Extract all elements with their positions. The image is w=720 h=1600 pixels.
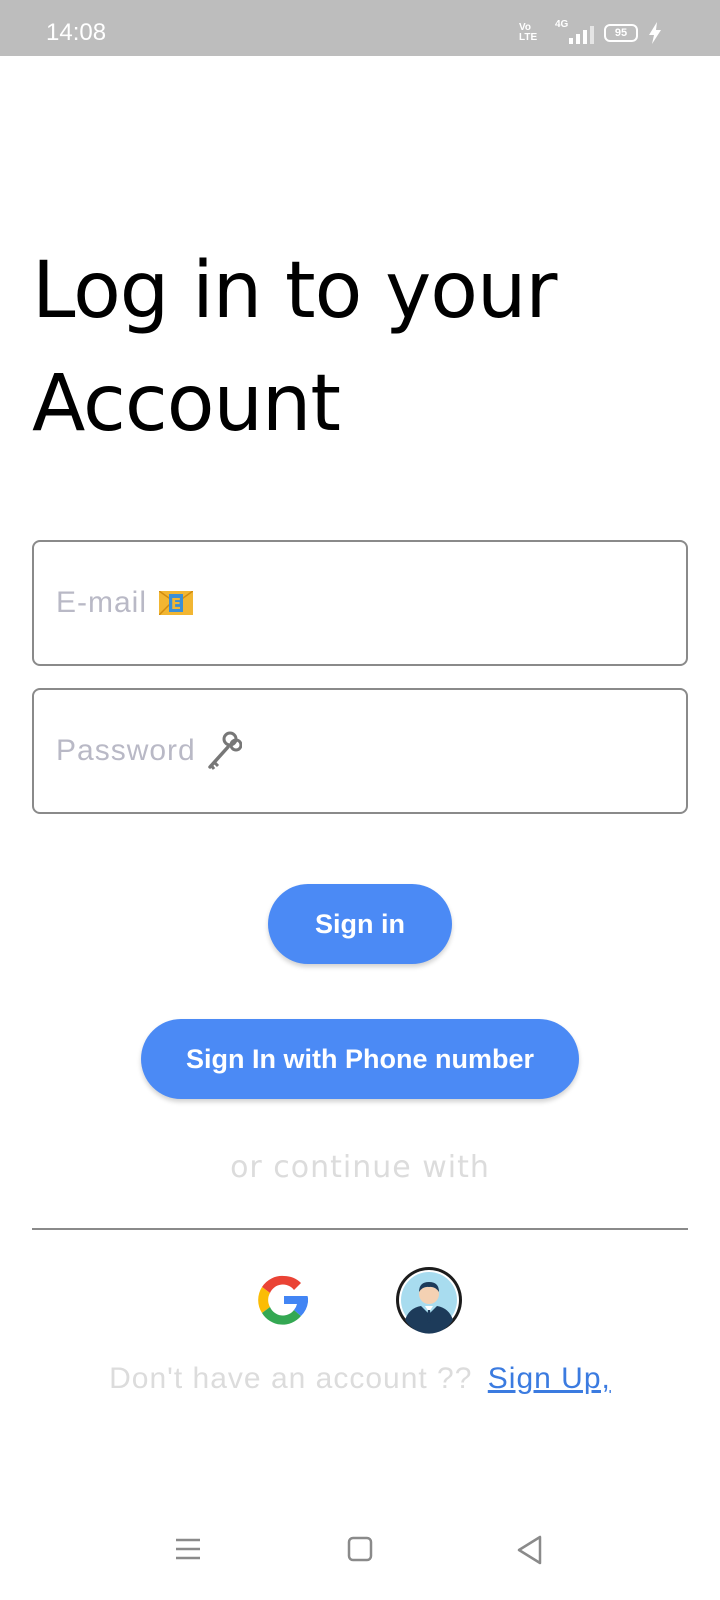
- google-icon[interactable]: [250, 1266, 318, 1334]
- svg-text:E: E: [171, 595, 181, 613]
- or-continue-label: or continue with: [230, 1150, 490, 1185]
- sign-up-link[interactable]: Sign Up,: [488, 1362, 611, 1395]
- system-nav-bar: [0, 1530, 720, 1580]
- old-key-icon: [207, 731, 242, 770]
- status-bar: 14:08 Vo LTE 4G 95: [0, 0, 720, 56]
- volte-icon: Vo LTE: [519, 22, 538, 43]
- signup-row: Don't have an account ?? Sign Up,: [0, 1362, 720, 1396]
- page-title: Log in to your Account: [32, 246, 558, 449]
- avatar-icon[interactable]: [395, 1266, 463, 1334]
- status-icons: Vo LTE 4G 95: [519, 19, 662, 44]
- status-time: 14:08: [46, 19, 107, 46]
- signup-prompt: Don't have an account ??: [109, 1362, 473, 1395]
- envelope-e-icon: E: [159, 591, 194, 615]
- charging-bolt-icon: [649, 22, 661, 44]
- back-triangle-icon[interactable]: [510, 1530, 550, 1570]
- email-placeholder: E-mail: [56, 586, 148, 619]
- password-placeholder: Password: [56, 734, 196, 767]
- divider: [32, 1228, 688, 1230]
- battery-level: 95: [614, 27, 628, 39]
- password-field[interactable]: Password: [32, 688, 688, 814]
- home-square-icon[interactable]: [340, 1530, 380, 1570]
- phone-sign-in-button[interactable]: Sign In with Phone number: [141, 1019, 579, 1099]
- signal-icon: 4G: [555, 19, 594, 44]
- battery-icon: 95: [604, 24, 638, 42]
- network-type-label: 4G: [555, 19, 569, 30]
- sign-in-button[interactable]: Sign in: [268, 884, 452, 964]
- email-field[interactable]: E-mail E: [32, 540, 688, 666]
- menu-icon[interactable]: [168, 1530, 208, 1570]
